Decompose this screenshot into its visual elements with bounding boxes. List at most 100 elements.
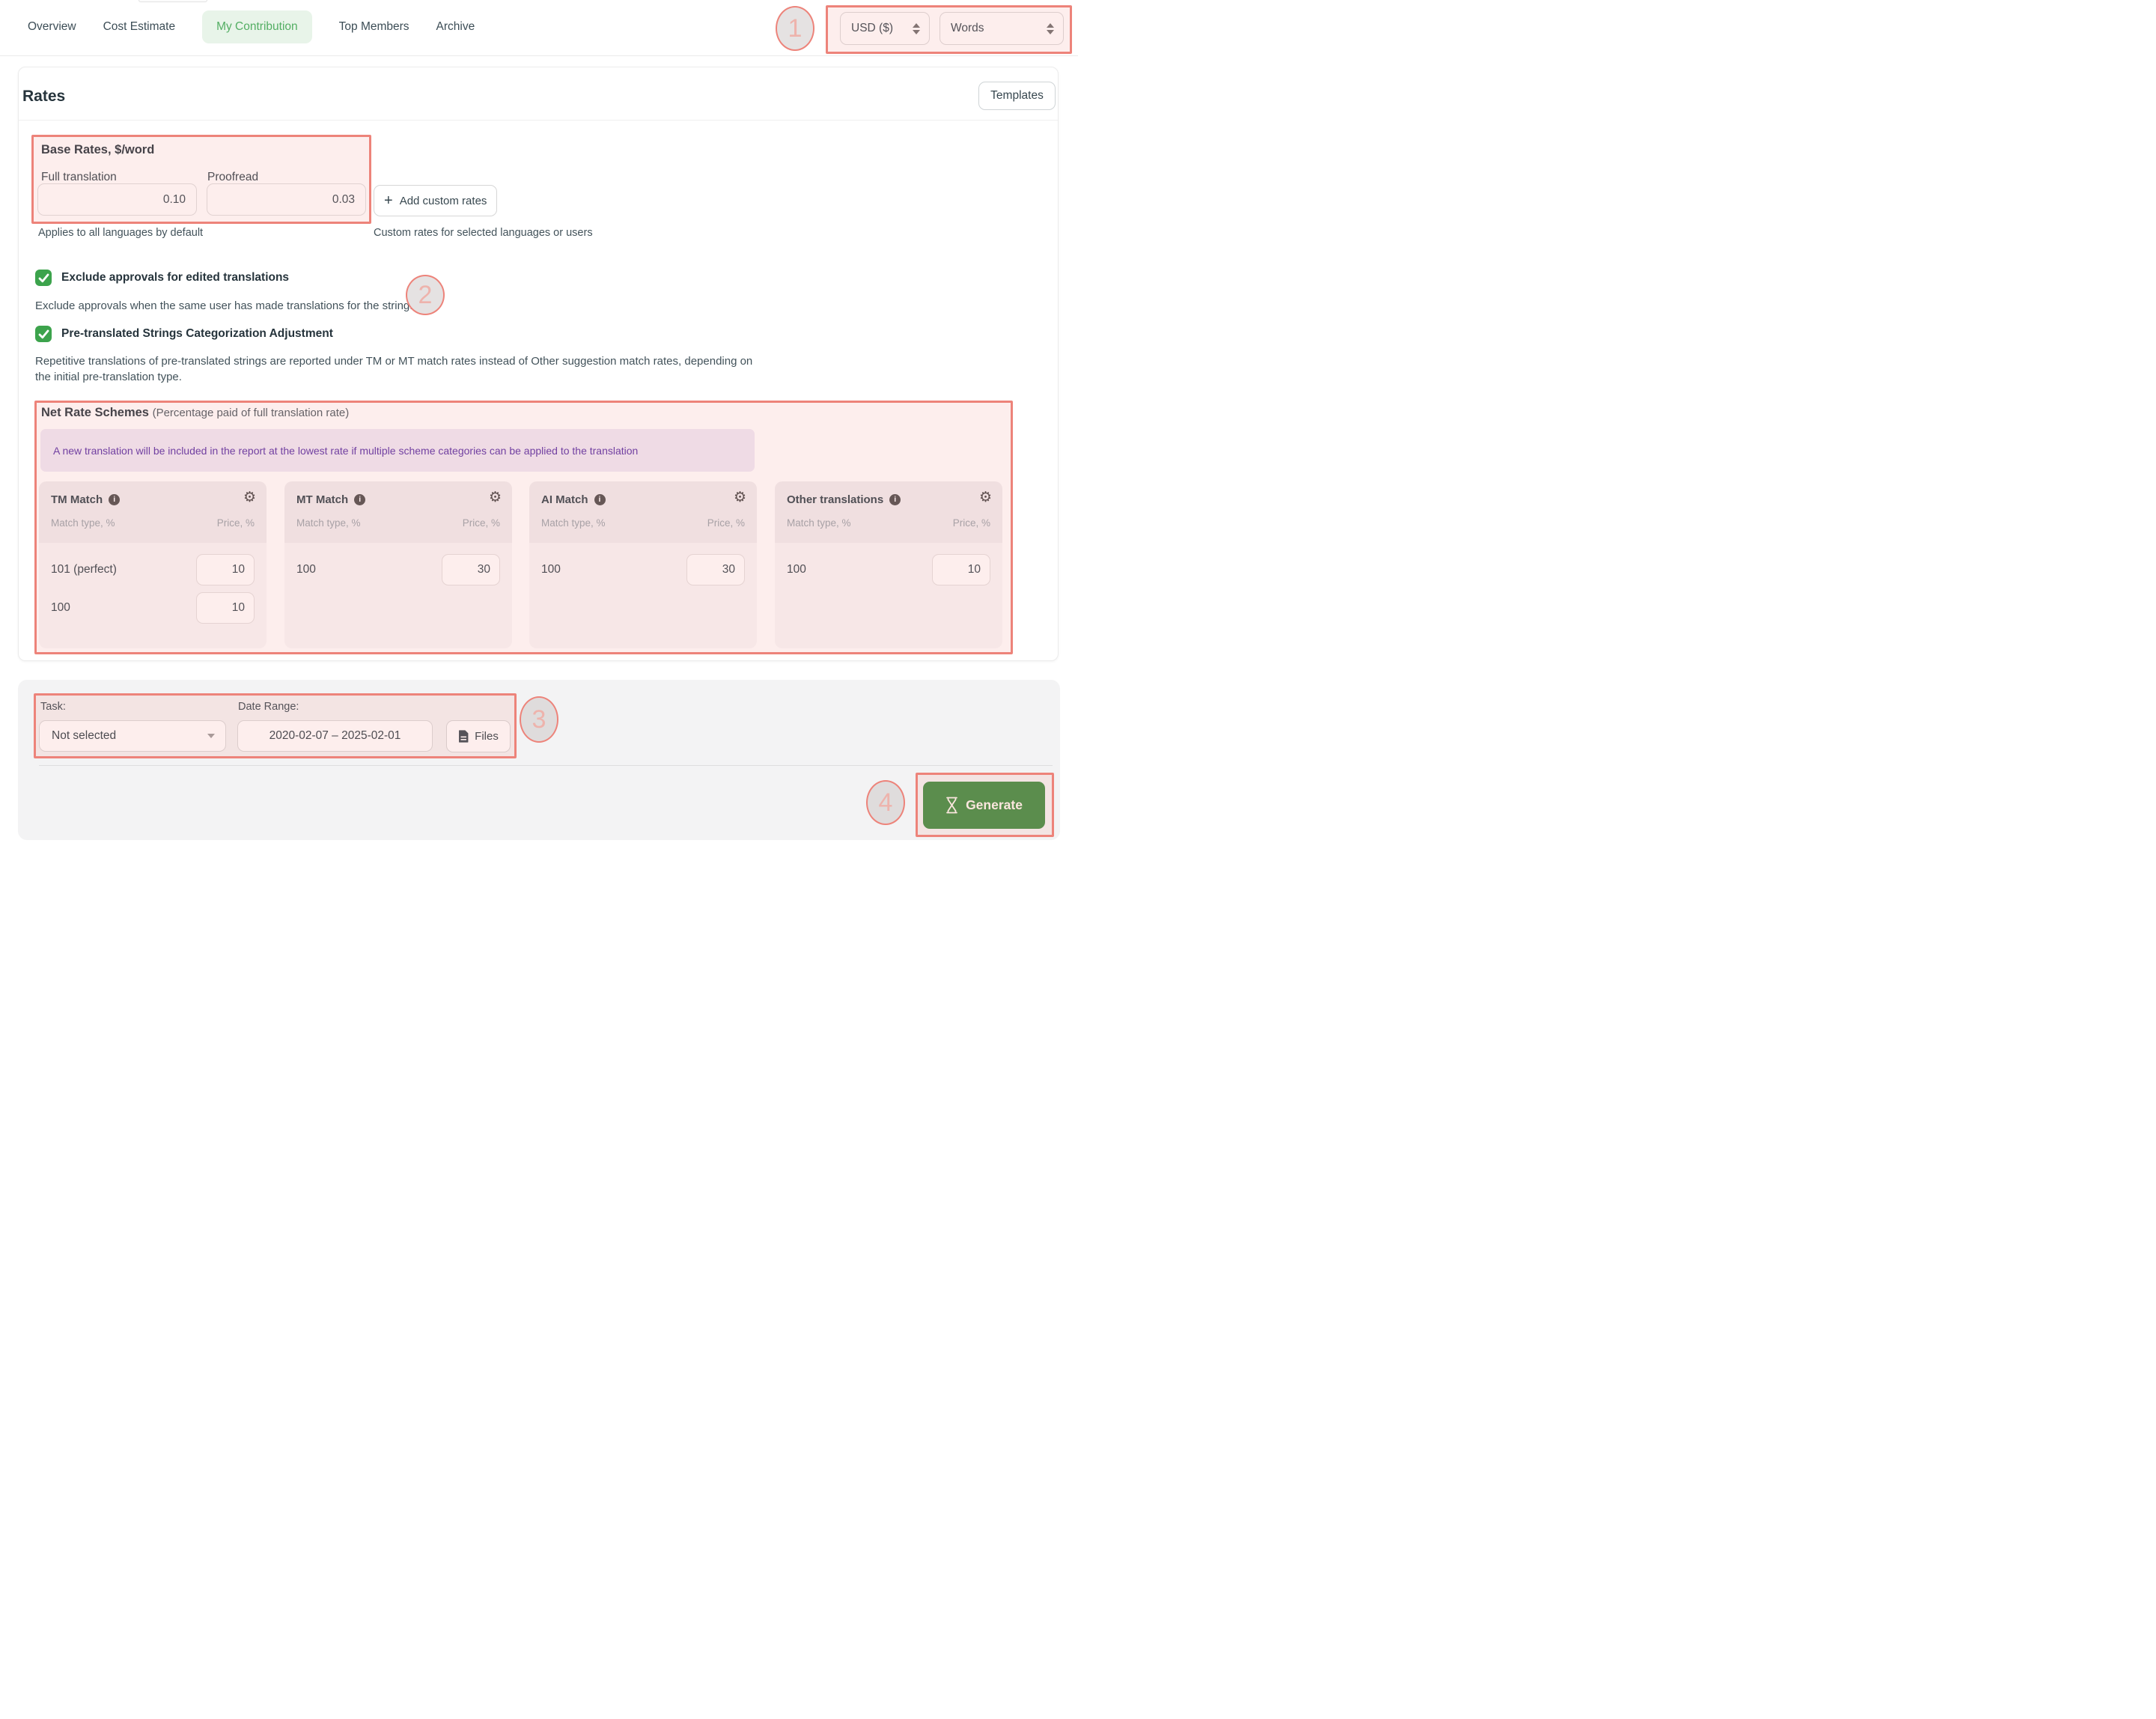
currency-select[interactable]: USD ($) bbox=[840, 12, 930, 45]
exclude-approvals-checkbox[interactable] bbox=[35, 270, 52, 286]
price-input[interactable] bbox=[196, 592, 255, 624]
match-type-value: 100 bbox=[541, 563, 561, 576]
price-input[interactable] bbox=[196, 554, 255, 585]
price-input[interactable] bbox=[686, 554, 745, 585]
info-icon[interactable]: i bbox=[594, 494, 606, 505]
caret-down-icon bbox=[207, 734, 215, 738]
lowest-rate-info-banner: A new translation will be included in th… bbox=[40, 429, 755, 472]
currency-select-value: USD ($) bbox=[851, 22, 893, 35]
mt-match-body: 100 bbox=[284, 543, 512, 648]
add-custom-rates-label: Add custom rates bbox=[400, 195, 487, 207]
other-translations-column: Other translations i ⚙ Match type, % Pri… bbox=[775, 481, 1002, 648]
full-translation-input[interactable] bbox=[37, 183, 197, 216]
rates-card-title: Rates bbox=[22, 88, 65, 106]
gear-icon[interactable]: ⚙ bbox=[243, 490, 256, 505]
hourglass-icon bbox=[945, 797, 958, 814]
exclude-approvals-description: Exclude approvals when the same user has… bbox=[35, 298, 412, 314]
scheme-row: 100 bbox=[787, 554, 990, 585]
net-rate-schemes-title-text: Net Rate Schemes bbox=[41, 406, 149, 419]
net-rate-schemes-subtitle: (Percentage paid of full translation rat… bbox=[153, 407, 350, 419]
scheme-row: 101 (perfect) bbox=[51, 554, 255, 585]
task-select[interactable]: Not selected bbox=[39, 720, 226, 752]
info-icon[interactable]: i bbox=[889, 494, 901, 505]
price-input[interactable] bbox=[442, 554, 500, 585]
mt-match-column: MT Match i ⚙ Match type, % Price, % 100 bbox=[284, 481, 512, 648]
gear-icon[interactable]: ⚙ bbox=[734, 490, 746, 505]
files-button-label: Files bbox=[475, 730, 499, 743]
checkmark-icon bbox=[38, 273, 49, 283]
scheme-row: 100 bbox=[51, 592, 255, 624]
card-header-divider bbox=[19, 120, 1058, 121]
unit-select[interactable]: Words bbox=[940, 12, 1064, 45]
top-nav: Overview Cost Estimate My Contribution T… bbox=[0, 0, 1078, 55]
net-rate-schemes-title: Net Rate Schemes (Percentage paid of ful… bbox=[41, 406, 349, 420]
base-rates-title: Base Rates, $/word bbox=[41, 143, 154, 157]
base-rates-caption: Applies to all languages by default bbox=[38, 227, 203, 239]
footer-divider bbox=[39, 765, 1053, 766]
generate-button-label: Generate bbox=[966, 797, 1023, 813]
generate-button[interactable]: Generate bbox=[923, 782, 1045, 829]
tm-match-body: 101 (perfect) 100 bbox=[39, 543, 267, 648]
tab-overview[interactable]: Overview bbox=[28, 20, 76, 34]
match-type-header: Match type, % bbox=[787, 517, 851, 529]
file-icon bbox=[458, 730, 469, 743]
tm-match-title: TM Match bbox=[51, 493, 103, 506]
price-header: Price, % bbox=[463, 517, 500, 529]
ai-match-header: AI Match i ⚙ Match type, % Price, % bbox=[529, 481, 757, 543]
info-icon[interactable]: i bbox=[109, 494, 120, 505]
nav-divider bbox=[0, 55, 1078, 56]
full-translation-label: Full translation bbox=[41, 171, 117, 184]
mt-match-header: MT Match i ⚙ Match type, % Price, % bbox=[284, 481, 512, 543]
price-header: Price, % bbox=[953, 517, 990, 529]
tab-my-contribution[interactable]: My Contribution bbox=[202, 10, 312, 43]
updown-arrows-icon bbox=[1047, 23, 1054, 34]
scheme-row: 100 bbox=[541, 554, 745, 585]
plus-icon: + bbox=[384, 193, 393, 208]
ai-match-body: 100 bbox=[529, 543, 757, 648]
files-button[interactable]: Files bbox=[446, 720, 511, 752]
pretranslated-adjustment-row: Pre-translated Strings Categorization Ad… bbox=[35, 326, 333, 342]
exclude-approvals-row: Exclude approvals for edited translation… bbox=[35, 270, 289, 286]
pretranslated-adjustment-label: Pre-translated Strings Categorization Ad… bbox=[61, 327, 333, 341]
task-select-value: Not selected bbox=[52, 729, 116, 743]
ai-match-column: AI Match i ⚙ Match type, % Price, % 100 bbox=[529, 481, 757, 648]
ai-match-title: AI Match bbox=[541, 493, 588, 506]
report-tabs: Overview Cost Estimate My Contribution T… bbox=[28, 9, 475, 45]
add-custom-rates-button[interactable]: + Add custom rates bbox=[374, 185, 497, 216]
other-translations-title: Other translations bbox=[787, 493, 883, 506]
partial-cutoff-element bbox=[138, 0, 207, 2]
tab-cost-estimate[interactable]: Cost Estimate bbox=[103, 20, 175, 34]
match-type-value: 100 bbox=[51, 601, 70, 615]
other-translations-header: Other translations i ⚙ Match type, % Pri… bbox=[775, 481, 1002, 543]
tab-archive[interactable]: Archive bbox=[436, 20, 475, 34]
match-type-value: 101 (perfect) bbox=[51, 563, 117, 576]
date-range-input[interactable] bbox=[237, 720, 433, 752]
checkmark-icon bbox=[38, 329, 49, 339]
unit-select-value: Words bbox=[951, 22, 984, 35]
pretranslated-adjustment-checkbox[interactable] bbox=[35, 326, 52, 342]
templates-button[interactable]: Templates bbox=[978, 82, 1056, 110]
match-type-header: Match type, % bbox=[541, 517, 606, 529]
scheme-row: 100 bbox=[296, 554, 500, 585]
match-type-value: 100 bbox=[296, 563, 316, 576]
info-icon[interactable]: i bbox=[354, 494, 365, 505]
custom-rates-caption: Custom rates for selected languages or u… bbox=[374, 227, 593, 239]
price-input[interactable] bbox=[932, 554, 990, 585]
updown-arrows-icon bbox=[913, 23, 920, 34]
tm-match-header: TM Match i ⚙ Match type, % Price, % bbox=[39, 481, 267, 543]
gear-icon[interactable]: ⚙ bbox=[979, 490, 992, 505]
price-header: Price, % bbox=[217, 517, 255, 529]
exclude-approvals-label: Exclude approvals for edited translation… bbox=[61, 271, 289, 285]
other-translations-body: 100 bbox=[775, 543, 1002, 648]
reports-page: Overview Cost Estimate My Contribution T… bbox=[0, 0, 1078, 860]
match-type-value: 100 bbox=[787, 563, 806, 576]
gear-icon[interactable]: ⚙ bbox=[489, 490, 502, 505]
match-type-header: Match type, % bbox=[51, 517, 115, 529]
date-range-label: Date Range: bbox=[238, 701, 299, 713]
mt-match-title: MT Match bbox=[296, 493, 348, 506]
generate-footer: Task: Date Range: Not selected Files bbox=[18, 680, 1060, 840]
task-label: Task: bbox=[40, 701, 66, 713]
proofread-input[interactable] bbox=[207, 183, 366, 216]
tab-top-members[interactable]: Top Members bbox=[339, 20, 409, 34]
match-type-header: Match type, % bbox=[296, 517, 361, 529]
